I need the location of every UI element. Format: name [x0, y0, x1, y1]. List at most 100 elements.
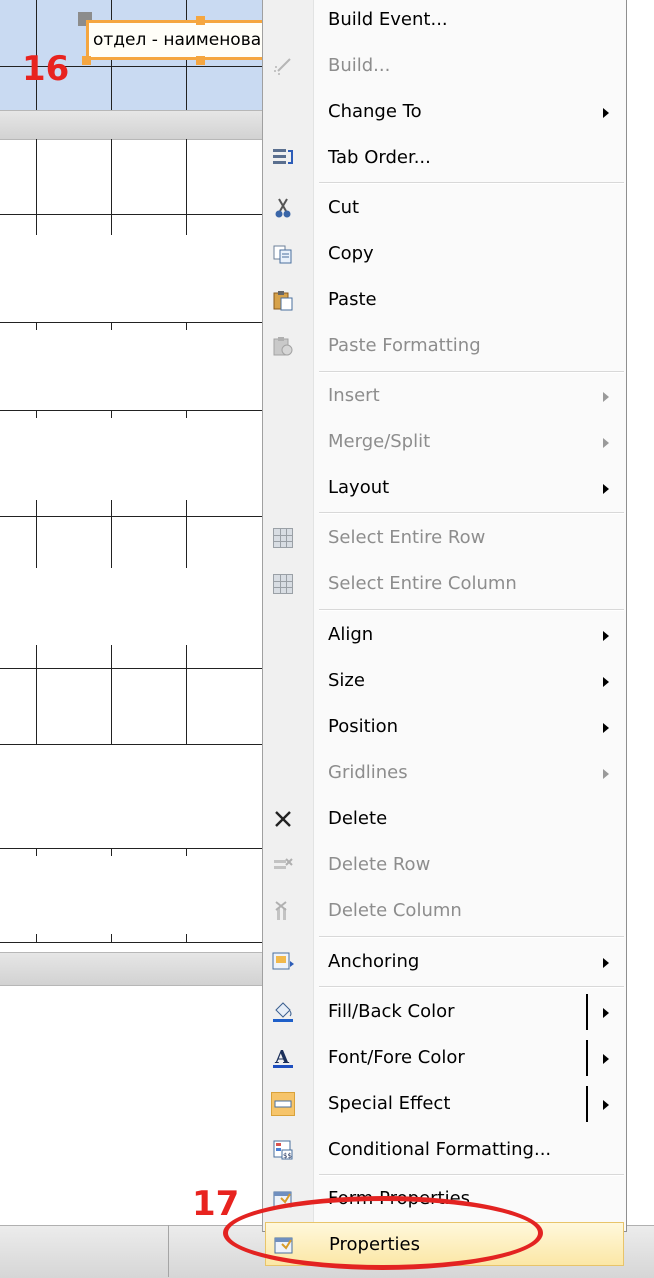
- menu-item-label: Select Entire Row: [328, 527, 486, 548]
- menu-item-label: Anchoring: [328, 951, 420, 972]
- anchoring-icon: [271, 950, 295, 974]
- menu-separator: [319, 936, 624, 938]
- menu-item-label: Cut: [328, 197, 360, 218]
- menu-item-cut[interactable]: Cut: [263, 186, 626, 230]
- menu-item-label: Paste Formatting: [328, 335, 481, 356]
- grid-line: [111, 500, 112, 568]
- tab-order-icon: [271, 146, 295, 170]
- resize-handle[interactable]: [82, 56, 91, 65]
- split-button-divider: [586, 994, 588, 1030]
- menu-item-label: Delete Row: [328, 854, 431, 875]
- detail-section-bar[interactable]: [0, 110, 262, 140]
- menu-item-paste[interactable]: Paste: [263, 278, 626, 322]
- menu-item-label: Copy: [328, 243, 374, 264]
- menu-separator: [319, 512, 624, 514]
- grid-tick: [36, 410, 37, 418]
- menu-item-label: Layout: [328, 477, 390, 498]
- delete-row-icon: [271, 853, 295, 877]
- menu-item-delete[interactable]: Delete: [263, 797, 626, 841]
- grid-tick: [111, 410, 112, 418]
- scissors-icon: [271, 196, 295, 220]
- menu-item-label: Merge/Split: [328, 431, 431, 452]
- grid-tick: [186, 322, 187, 330]
- submenu-arrow-icon: [603, 1100, 609, 1110]
- grid-tick: [36, 848, 37, 856]
- menu-item-paste-formatting[interactable]: Paste Formatting: [263, 324, 626, 368]
- menu-separator: [319, 986, 624, 988]
- menu-separator: [319, 371, 624, 373]
- menu-item-label: Paste: [328, 289, 377, 310]
- special-effect-icon: [271, 1092, 295, 1116]
- grid-line: [0, 214, 262, 215]
- submenu-arrow-icon: [603, 484, 609, 494]
- menu-item-layout[interactable]: Layout: [263, 466, 626, 510]
- grid-line: [36, 139, 37, 235]
- paste-formatting-icon: [271, 334, 295, 358]
- select-row-icon: [271, 526, 295, 550]
- submenu-arrow-icon: [603, 769, 609, 779]
- menu-item-select-entire-row[interactable]: Select Entire Row: [263, 516, 626, 560]
- grid-tick: [111, 934, 112, 942]
- menu-item-label: Align: [328, 624, 374, 645]
- conditional-formatting-icon: $$: [271, 1138, 295, 1162]
- grid-tick: [186, 848, 187, 856]
- menu-item-select-entire-column[interactable]: Select Entire Column: [263, 562, 626, 606]
- submenu-arrow-icon: [603, 1008, 609, 1018]
- form-footer-section-bar[interactable]: [0, 952, 262, 986]
- menu-item-label: Size: [328, 670, 365, 691]
- select-column-icon: [271, 572, 295, 596]
- menu-item-label: Font/Fore Color: [328, 1047, 465, 1068]
- grid-line: [36, 500, 37, 568]
- delete-x-icon: [271, 807, 295, 831]
- menu-item-label: Conditional Formatting...: [328, 1139, 552, 1160]
- menu-item-change-to[interactable]: Change To: [263, 90, 626, 134]
- svg-text:$$: $$: [283, 1152, 292, 1160]
- grid-line: [186, 139, 187, 235]
- submenu-arrow-icon: [603, 677, 609, 687]
- menu-item-fill-back-color[interactable]: Fill/Back Color: [263, 990, 626, 1034]
- menu-item-label: Special Effect: [328, 1093, 451, 1114]
- menu-item-label: Gridlines: [328, 762, 408, 783]
- menu-item-position[interactable]: Position: [263, 705, 626, 749]
- menu-item-label: Delete Column: [328, 900, 462, 921]
- menu-item-conditional-formatting[interactable]: $$ Conditional Formatting...: [263, 1128, 626, 1172]
- menu-item-delete-row[interactable]: Delete Row: [263, 843, 626, 887]
- magic-wand-icon: [271, 54, 295, 78]
- step-number-16: 16: [22, 49, 70, 89]
- menu-item-label: Build Event...: [328, 9, 448, 30]
- menu-item-build[interactable]: Build...: [263, 44, 626, 88]
- menu-item-delete-column[interactable]: Delete Column: [263, 889, 626, 933]
- context-menu: Build Event... Build... Change To Tab Or…: [262, 0, 627, 1266]
- menu-item-font-fore-color[interactable]: A Font/Fore Color: [263, 1036, 626, 1080]
- menu-item-label: Build...: [328, 55, 391, 76]
- grid-line: [186, 500, 187, 568]
- menu-item-align[interactable]: Align: [263, 613, 626, 657]
- submenu-arrow-icon: [603, 392, 609, 402]
- grid-line: [36, 645, 37, 745]
- resize-handle[interactable]: [196, 16, 205, 25]
- grid-line: [0, 848, 262, 849]
- submenu-arrow-icon: [603, 958, 609, 968]
- resize-handle[interactable]: [196, 56, 205, 65]
- menu-item-label: Delete: [328, 808, 388, 829]
- menu-item-insert[interactable]: Insert: [263, 374, 626, 418]
- grid-line: [0, 410, 262, 411]
- menu-item-special-effect[interactable]: Special Effect: [263, 1082, 626, 1126]
- menu-item-copy[interactable]: Copy: [263, 232, 626, 276]
- menu-item-build-event[interactable]: Build Event...: [263, 0, 626, 42]
- menu-item-gridlines[interactable]: Gridlines: [263, 751, 626, 795]
- menu-item-anchoring[interactable]: Anchoring: [263, 940, 626, 984]
- grid-line: [0, 516, 262, 517]
- highlight-annotation-ellipse: [223, 1196, 543, 1270]
- menu-item-size[interactable]: Size: [263, 659, 626, 703]
- menu-item-label: Tab Order...: [328, 147, 431, 168]
- menu-item-merge-split[interactable]: Merge/Split: [263, 420, 626, 464]
- copy-icon: [271, 242, 295, 266]
- grid-tick: [111, 848, 112, 856]
- menu-item-label: Position: [328, 716, 399, 737]
- menu-item-tab-order[interactable]: Tab Order...: [263, 136, 626, 180]
- selected-label-control[interactable]: отдел - наименование: [86, 20, 266, 60]
- grid-tick: [36, 934, 37, 942]
- split-button-divider: [586, 1040, 588, 1076]
- grid-line: [0, 322, 262, 323]
